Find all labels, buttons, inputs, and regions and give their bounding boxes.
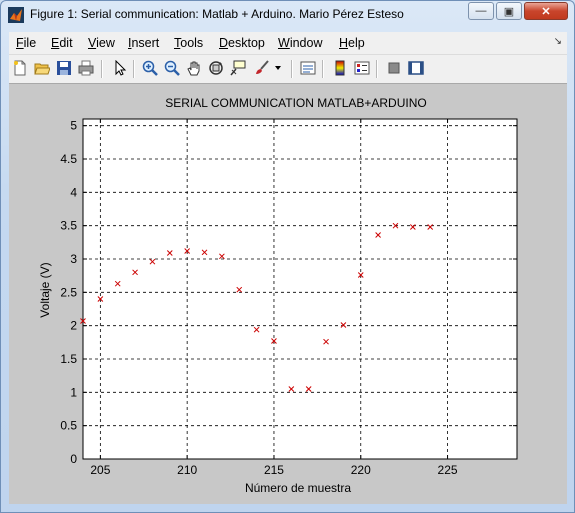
title-bar[interactable]: Figure 1: Serial communication: Matlab +…: [1, 1, 574, 29]
restore-icon: ▣: [503, 5, 515, 18]
y-tick-label: 4.5: [60, 152, 77, 166]
x-tick-label: 220: [351, 463, 371, 477]
new-figure-icon: [14, 60, 26, 76]
x-tick-label: 215: [264, 463, 284, 477]
brush-dropdown[interactable]: [273, 59, 283, 77]
colorbar-button[interactable]: [331, 59, 349, 77]
y-tick-label: 2.5: [60, 285, 77, 299]
menu-window[interactable]: Window: [278, 36, 322, 50]
save-icon: [57, 61, 71, 75]
y-tick-label: 5: [70, 119, 77, 133]
print-icon: [78, 60, 94, 76]
plot-area: [83, 119, 517, 459]
brush-icon: [256, 60, 269, 74]
open-file-button[interactable]: [33, 59, 51, 77]
restore-button[interactable]: ▣: [496, 2, 522, 20]
new-figure-button[interactable]: [11, 59, 29, 77]
zoom-out-button[interactable]: [163, 59, 181, 77]
minimize-button[interactable]: —: [468, 2, 494, 20]
rotate-3d-icon: [209, 61, 223, 75]
pointer-button[interactable]: [111, 59, 129, 77]
menu-tools[interactable]: Tools: [174, 36, 203, 50]
y-tick-label: 2: [70, 319, 77, 333]
brush-button[interactable]: [253, 59, 271, 77]
toolbar-separator: [133, 60, 135, 78]
zoom-out-icon: [164, 60, 180, 76]
x-tick-label: 210: [177, 463, 197, 477]
y-tick-label: 0: [70, 452, 77, 466]
figure-toolbar: [9, 55, 567, 84]
menu-desktop[interactable]: Desktop: [219, 36, 265, 50]
open-file-icon: [34, 63, 50, 75]
show-plot-tools-button[interactable]: [407, 59, 425, 77]
toolbar-separator: [101, 60, 103, 78]
legend-icon: [354, 61, 370, 75]
hide-plot-tools-button[interactable]: [385, 59, 403, 77]
data-cursor-button[interactable]: [229, 59, 247, 77]
close-button[interactable]: ✕: [524, 2, 568, 20]
pan-hand-icon: [187, 61, 200, 76]
legend-button[interactable]: [353, 59, 371, 77]
chart-title: SERIAL COMMUNICATION MATLAB+ARDUINO: [165, 96, 426, 110]
data-cursor-icon: [230, 60, 246, 76]
save-button[interactable]: [55, 59, 73, 77]
x-tick-label: 205: [90, 463, 110, 477]
figure-canvas[interactable]: 205 210 215 220 225 0 0.5 1 1.5 2 2.5 3 3.5 4 4.5 5 SER…: [9, 84, 567, 504]
link-plot-button[interactable]: [299, 59, 317, 77]
rotate-3d-button[interactable]: [207, 59, 225, 77]
y-tick-label: 3.5: [60, 219, 77, 233]
menu-bar: File Edit View Insert Tools Desktop Wind…: [9, 32, 567, 55]
axes-background: [83, 119, 517, 459]
zoom-in-icon: [142, 60, 158, 76]
dock-arrow-icon[interactable]: ↘: [554, 36, 562, 47]
y-axis-label: Voltaje (V): [38, 262, 52, 317]
toolbar-separator: [322, 60, 324, 78]
print-button[interactable]: [77, 59, 95, 77]
menu-edit[interactable]: Edit: [51, 36, 73, 50]
figure-window: Figure 1: Serial communication: Matlab +…: [0, 0, 575, 513]
x-tick-label: 225: [438, 463, 458, 477]
hide-plot-tools-icon: [388, 62, 400, 74]
y-tick-label: 1.5: [60, 352, 77, 366]
show-plot-tools-icon: [408, 61, 424, 75]
menu-help[interactable]: Help: [339, 36, 365, 50]
link-plot-icon: [300, 61, 316, 75]
menu-file[interactable]: File: [16, 36, 36, 50]
minimize-icon: —: [475, 5, 487, 17]
menu-view[interactable]: View: [88, 36, 115, 50]
zoom-in-button[interactable]: [141, 59, 159, 77]
toolbar-separator: [376, 60, 378, 78]
chevron-down-icon: [275, 66, 281, 70]
y-tick-label: 1: [70, 385, 77, 399]
pointer-icon: [115, 60, 127, 76]
window-title: Figure 1: Serial communication: Matlab +…: [30, 7, 404, 21]
y-tick-label: 3: [70, 252, 77, 266]
menu-insert[interactable]: Insert: [128, 36, 159, 50]
pan-button[interactable]: [185, 59, 203, 77]
close-icon: ✕: [541, 5, 551, 18]
y-tick-label: 0.5: [60, 419, 77, 433]
x-axis-label: Número de muestra: [245, 481, 351, 495]
y-tick-label: 4: [70, 185, 77, 199]
toolbar-separator: [291, 60, 293, 78]
matlab-logo-icon: [8, 7, 24, 23]
scatter-plot[interactable]: 205 210 215 220 225 0 0.5 1 1.5 2 2.5 3 3.5 4 4.5 5 SER…: [9, 84, 567, 504]
colorbar-icon: [335, 60, 345, 76]
